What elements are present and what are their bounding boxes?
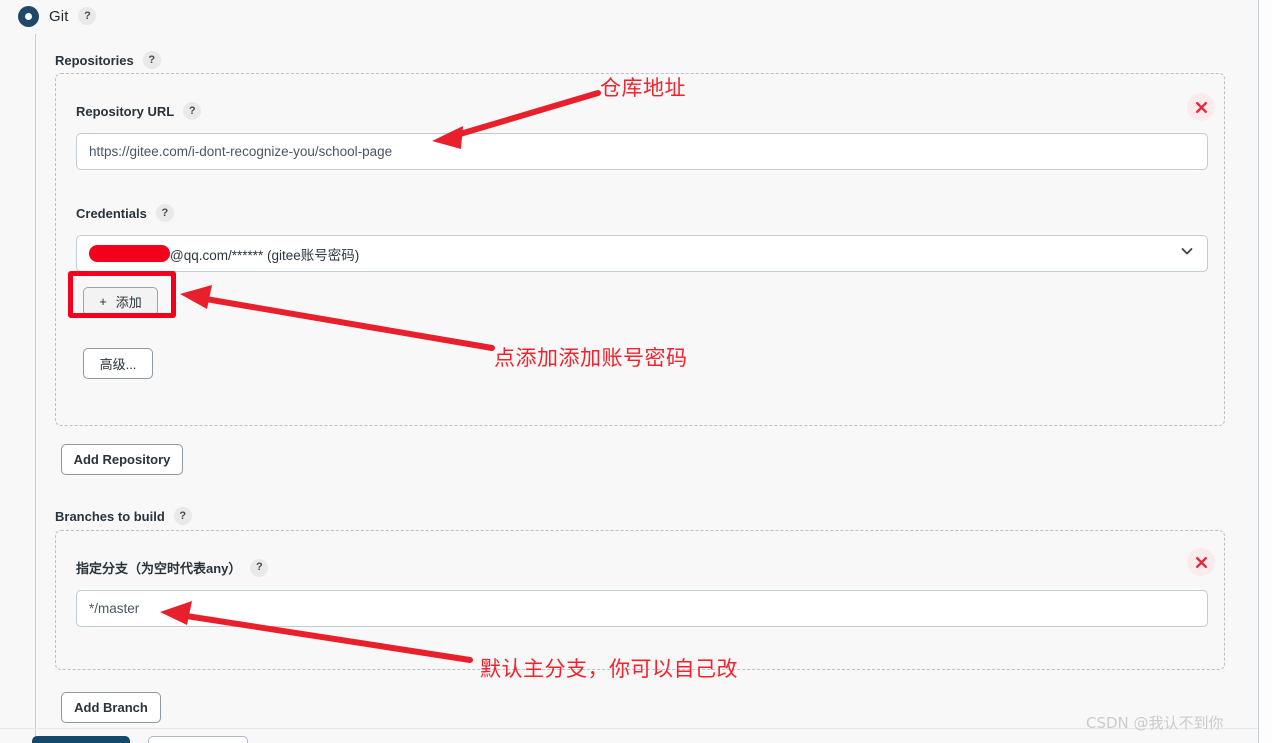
credentials-select[interactable]: @qq.com/****** (gitee账号密码) [76,235,1208,272]
bottom-divider [0,728,1258,729]
advanced-button-label: 高级... [99,357,137,372]
repositories-label-text: Repositories [55,52,134,68]
add-repository-button[interactable]: Add Repository [61,444,183,475]
plus-icon: + [99,294,107,309]
credentials-label: Credentials ? [76,204,174,222]
branch-specifier-label: 指定分支（为空时代表any） ? [76,558,269,577]
repository-url-label-text: Repository URL [76,103,175,119]
help-icon[interactable]: ? [142,51,161,69]
redaction-bar [89,245,170,262]
repository-url-label: Repository URL ? [76,102,202,120]
annotation-credentials: 点添加添加账号密码 [494,346,688,370]
branches-section-label: Branches to build ? [55,507,192,525]
help-icon[interactable]: ? [250,558,269,577]
credentials-label-text: Credentials [76,205,147,221]
repository-url-input[interactable] [76,133,1208,170]
help-icon[interactable]: ? [183,102,202,120]
repositories-section-label: Repositories ? [55,51,161,69]
page-gutter [1259,0,1272,743]
scm-configuration-panel: Git ? Repositories ? Repository URL ? Cr… [0,0,1272,743]
chevron-down-icon[interactable] [1179,243,1195,264]
credentials-selected-text: @qq.com/****** (gitee账号密码) [170,247,360,263]
close-icon-glyph [1195,101,1207,113]
indent-guide [35,34,36,736]
add-repository-label: Add Repository [73,452,171,467]
scm-option-git[interactable]: Git ? [18,4,97,28]
page-right-border [1258,0,1259,743]
apply-button[interactable] [148,736,248,743]
help-icon[interactable]: ? [173,507,192,525]
branch-specifier-label-text: 指定分支（为空时代表any） [76,561,242,576]
branches-label-text: Branches to build [55,508,165,524]
watermark: CSDN @我认不到你 [1086,714,1224,732]
add-branch-button[interactable]: Add Branch [61,692,161,723]
help-icon[interactable]: ? [78,7,97,25]
add-branch-label: Add Branch [74,700,148,715]
close-icon[interactable] [1187,93,1215,121]
help-icon[interactable]: ? [155,204,174,222]
add-credentials-label: 添加 [115,295,142,310]
scm-option-git-label: Git [49,7,69,25]
close-icon[interactable] [1187,548,1215,576]
advanced-button[interactable]: 高级... [83,348,153,379]
branch-specifier-input[interactable] [76,590,1208,627]
credentials-selected-value: @qq.com/****** (gitee账号密码) [89,244,359,264]
save-button[interactable] [32,736,130,743]
close-icon-glyph [1195,556,1207,568]
radio-git-selected[interactable] [18,5,39,27]
annotation-branch: 默认主分支，你可以自己改 [480,657,738,681]
annotation-repo-url: 仓库地址 [600,76,686,100]
add-credentials-button[interactable]: + 添加 [83,287,158,316]
